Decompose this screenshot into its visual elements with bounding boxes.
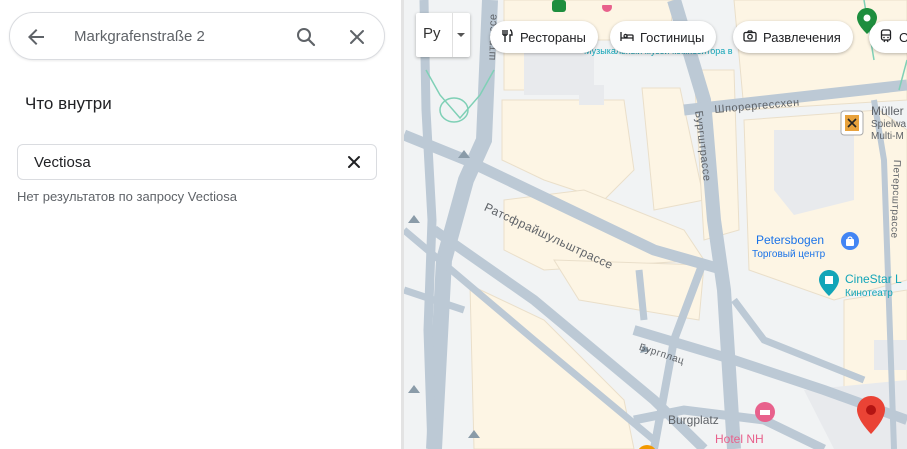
search-icon[interactable] (294, 25, 318, 49)
chip-restaurants[interactable]: Рестораны (490, 21, 598, 53)
map-canvas[interactable]: Ратсфрайшульштрассе Бургштрассе Шпорерге… (404, 0, 907, 449)
pink-marker-top-icon[interactable] (601, 0, 613, 18)
red-location-pin-icon[interactable] (857, 396, 885, 439)
search-box[interactable]: Markgrafenstraße 2 (9, 12, 385, 60)
map-base (404, 0, 907, 449)
poi-burgplatz-label: Burgplatz (668, 413, 719, 427)
dropdown-caret-icon[interactable] (454, 28, 468, 42)
chip-hotels[interactable]: Гостиницы (610, 21, 717, 53)
inside-search-field[interactable]: Vectiosa (17, 144, 377, 180)
cinema-marker-icon[interactable] (819, 270, 839, 301)
chip-entertainment[interactable]: Развлечения (733, 21, 853, 53)
poi-petersbogen-sub: Торговый центр (752, 249, 826, 260)
chip-transit-label: О (899, 29, 907, 45)
chip-restaurants-label: Рестораны (520, 29, 586, 45)
poi-mueller-sub2: Multi-M (871, 131, 904, 142)
hotel-marker-icon[interactable] (755, 402, 775, 427)
back-arrow-icon[interactable] (24, 25, 48, 49)
fork-knife-icon (500, 28, 514, 46)
chip-entertainment-label: Развлечения (763, 29, 841, 45)
orange-poi-marker-icon[interactable] (636, 440, 658, 449)
side-panel: Markgrafenstraße 2 Что внутри Vectiosa Н… (0, 0, 401, 449)
pin-marker-top[interactable] (550, 0, 568, 19)
toy-store-icon[interactable] (840, 110, 864, 141)
poi-cinestar-name[interactable]: CineStar L (845, 272, 902, 286)
chip-transit[interactable]: О (869, 21, 907, 53)
poi-mueller-name[interactable]: Müller (871, 104, 904, 118)
section-title: Что внутри (25, 94, 112, 113)
poi-hotel-name[interactable]: Hotel NH (715, 432, 764, 446)
shopping-bag-icon[interactable] (841, 232, 859, 255)
map-language-label[interactable]: Ру (423, 25, 441, 42)
poi-petersbogen-name[interactable]: Petersbogen (756, 233, 824, 247)
chip-hotels-label: Гостиницы (640, 29, 705, 45)
camera-icon (743, 29, 757, 46)
clear-filter-icon[interactable] (344, 152, 364, 172)
poi-cinestar-sub: Кинотеатр (845, 288, 893, 299)
train-icon (879, 28, 893, 46)
map-language-button[interactable]: Ру (416, 13, 470, 57)
no-results-message: Нет результатов по запросу Vectiosa (17, 189, 237, 204)
button-separator (452, 13, 453, 57)
inside-search-value[interactable]: Vectiosa (34, 154, 91, 171)
bed-icon (620, 29, 634, 46)
poi-mueller-sub1: Spielwa (871, 119, 907, 130)
clear-search-icon[interactable] (345, 25, 369, 49)
search-query[interactable]: Markgrafenstraße 2 (74, 28, 205, 45)
